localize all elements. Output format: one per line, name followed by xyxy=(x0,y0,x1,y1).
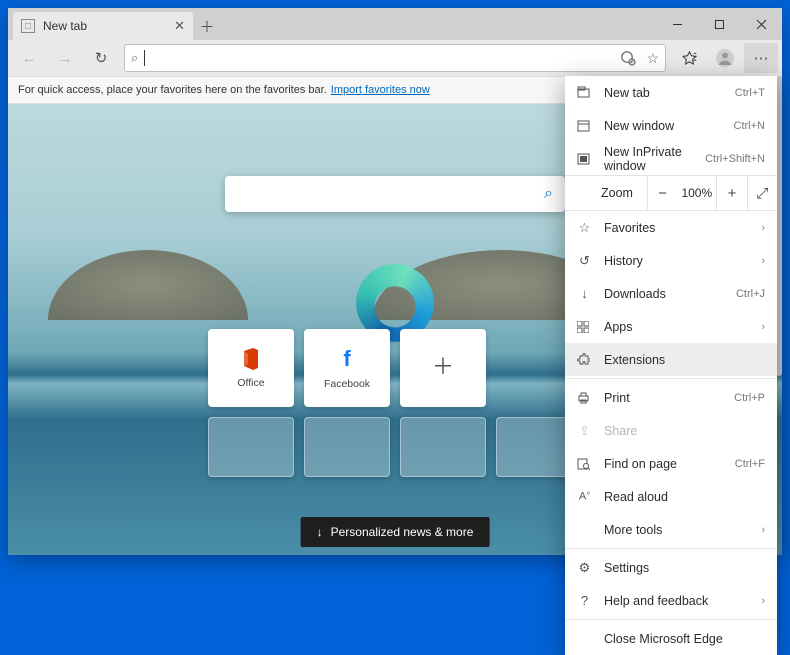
toolbar: ← → ↻ ⌕ ☆ ⋯ xyxy=(8,40,782,76)
chevron-right-icon: › xyxy=(761,595,765,607)
history-icon: ↺ xyxy=(577,253,592,269)
favorites-bar-text: For quick access, place your favorites h… xyxy=(18,84,327,96)
address-bar[interactable]: ⌕ ☆ xyxy=(124,44,666,72)
facebook-icon: f xyxy=(343,346,350,372)
inprivate-icon xyxy=(577,153,592,165)
menu-more-tools[interactable]: More tools › xyxy=(565,513,777,546)
zoom-in-button[interactable]: + xyxy=(716,175,746,211)
browser-window: ☐ New tab ✕ ＋ ← → ↻ ⌕ ☆ ⋯ xyxy=(8,8,782,555)
find-icon xyxy=(577,457,592,470)
menu-share: ⇪ Share xyxy=(565,414,777,447)
quick-links: Office f Facebook ＋ xyxy=(208,329,582,485)
office-icon xyxy=(240,347,262,371)
ntp-search-box[interactable]: ⌕ xyxy=(225,176,565,212)
tile-placeholder xyxy=(208,417,294,477)
new-window-icon xyxy=(577,120,592,132)
tile-placeholder xyxy=(400,417,486,477)
chevron-right-icon: › xyxy=(761,524,765,536)
newsbar-label: Personalized news & more xyxy=(331,525,474,539)
extensions-icon xyxy=(577,353,592,366)
tile-label: Facebook xyxy=(324,378,370,390)
read-aloud-icon: A» xyxy=(577,490,592,503)
tracking-prevention-icon[interactable] xyxy=(620,50,636,66)
menu-print[interactable]: Print Ctrl+P xyxy=(565,381,777,414)
tile-facebook[interactable]: f Facebook xyxy=(304,329,390,407)
menu-close-edge[interactable]: Close Microsoft Edge xyxy=(565,622,777,655)
maximize-button[interactable] xyxy=(698,8,740,40)
window-controls xyxy=(656,8,782,40)
share-icon: ⇪ xyxy=(577,423,592,439)
chevron-right-icon: › xyxy=(761,255,765,267)
menu-read-aloud[interactable]: A» Read aloud xyxy=(565,480,777,513)
new-tab-icon xyxy=(577,86,592,99)
zoom-out-button[interactable]: − xyxy=(647,175,677,211)
print-icon xyxy=(577,392,592,404)
tab-favicon: ☐ xyxy=(21,19,35,33)
menu-settings[interactable]: ⚙ Settings xyxy=(565,551,777,584)
titlebar: ☐ New tab ✕ ＋ xyxy=(8,8,782,40)
tile-placeholder xyxy=(304,417,390,477)
bg-hill xyxy=(48,250,248,320)
menu-apps[interactable]: Apps › xyxy=(565,310,777,343)
menu-downloads[interactable]: ↓ Downloads Ctrl+J xyxy=(565,277,777,310)
tile-office[interactable]: Office xyxy=(208,329,294,407)
menu-separator xyxy=(565,378,777,379)
menu-find[interactable]: Find on page Ctrl+F xyxy=(565,447,777,480)
menu-separator xyxy=(565,548,777,549)
new-tab-button[interactable]: ＋ xyxy=(193,12,221,40)
tab-title: New tab xyxy=(43,19,87,33)
menu-help[interactable]: ? Help and feedback › xyxy=(565,584,777,617)
menu-new-tab[interactable]: New tab Ctrl+T xyxy=(565,76,777,109)
menu-zoom: Zoom − 100% + ⤢ xyxy=(565,175,777,211)
gear-icon: ⚙ xyxy=(577,560,592,576)
profile-button[interactable] xyxy=(708,43,742,73)
fullscreen-button[interactable]: ⤢ xyxy=(747,175,777,211)
favorites-button[interactable] xyxy=(672,43,706,73)
favorite-star-icon[interactable]: ☆ xyxy=(646,50,659,67)
menu-new-window[interactable]: New window Ctrl+N xyxy=(565,109,777,142)
menu-history[interactable]: ↺ History › xyxy=(565,244,777,277)
tile-label: Office xyxy=(237,377,264,389)
apps-icon xyxy=(577,321,592,333)
refresh-button[interactable]: ↻ xyxy=(84,43,118,73)
download-icon: ↓ xyxy=(577,286,592,301)
search-submit-icon[interactable]: ⌕ xyxy=(544,185,553,203)
browser-tab[interactable]: ☐ New tab ✕ xyxy=(13,12,193,40)
text-caret xyxy=(144,50,145,66)
download-icon: ↓ xyxy=(317,525,323,539)
star-icon: ☆ xyxy=(577,220,592,236)
tab-close-icon[interactable]: ✕ xyxy=(174,18,185,34)
chevron-right-icon: › xyxy=(761,222,765,234)
menu-extensions[interactable]: Extensions xyxy=(565,343,777,376)
settings-menu-button[interactable]: ⋯ xyxy=(744,43,778,73)
chevron-right-icon: › xyxy=(761,321,765,333)
plus-icon: ＋ xyxy=(432,349,454,381)
forward-button[interactable]: → xyxy=(48,43,82,73)
search-icon: ⌕ xyxy=(131,50,138,66)
menu-separator xyxy=(565,619,777,620)
menu-favorites[interactable]: ☆ Favorites › xyxy=(565,211,777,244)
back-button[interactable]: ← xyxy=(12,43,46,73)
personalized-news-button[interactable]: ↓ Personalized news & more xyxy=(301,517,490,547)
tile-add[interactable]: ＋ xyxy=(400,329,486,407)
help-icon: ? xyxy=(577,593,592,608)
settings-menu: New tab Ctrl+T New window Ctrl+N New InP… xyxy=(565,76,777,655)
minimize-button[interactable] xyxy=(656,8,698,40)
zoom-value: 100% xyxy=(677,186,716,200)
menu-inprivate[interactable]: New InPrivate window Ctrl+Shift+N xyxy=(565,142,777,175)
import-favorites-link[interactable]: Import favorites now xyxy=(331,84,430,96)
close-window-button[interactable] xyxy=(740,8,782,40)
